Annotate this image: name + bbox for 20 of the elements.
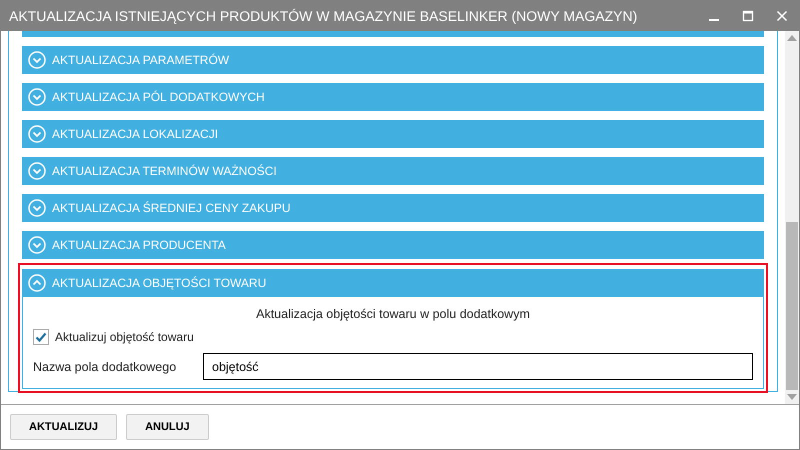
checkbox-label: Aktualizuj objętość towaru [55, 330, 194, 344]
section-header[interactable]: AKTUALIZACJA PRODUCENTA [22, 231, 764, 259]
window-title: AKTUALIZACJA ISTNIEJĄCYCH PRODUKTÓW W MAGAZYNIE BASELINKER (NOWY MAGAZYN) [9, 8, 638, 24]
dialog-button[interactable]: ANULUJ [126, 414, 209, 440]
dialog-button[interactable]: AKTUALIZUJ [10, 414, 118, 440]
scroll-up-icon[interactable] [787, 35, 797, 41]
checkbox[interactable] [33, 329, 49, 345]
section-header[interactable]: AKTUALIZACJA TERMINÓW WAŻNOŚCI [22, 157, 764, 185]
section-header[interactable]: AKTUALIZACJA ŚREDNIEJ CENY ZAKUPU [22, 194, 764, 222]
scrollbar-thumb[interactable] [786, 222, 798, 390]
section-header[interactable]: AKTUALIZACJA PÓL DODATKOWYCH [22, 83, 764, 111]
maximize-icon[interactable] [742, 10, 754, 22]
section-header[interactable]: AKTUALIZACJA OBJĘTOŚCI TOWARU [22, 269, 764, 297]
input-field[interactable]: objętość [203, 353, 753, 380]
scroll-down-icon[interactable] [787, 394, 797, 400]
field-label: Nazwa pola dodatkowego [33, 360, 178, 374]
section-caption: Aktualizacja objętości towaru w polu dodatkowym [255, 307, 531, 321]
section-header[interactable]: AKTUALIZACJA PARAMETRÓW [22, 46, 764, 74]
close-icon[interactable] [776, 10, 788, 22]
section-header[interactable]: AKTUALIZACJA LOKALIZACJI [22, 120, 764, 148]
